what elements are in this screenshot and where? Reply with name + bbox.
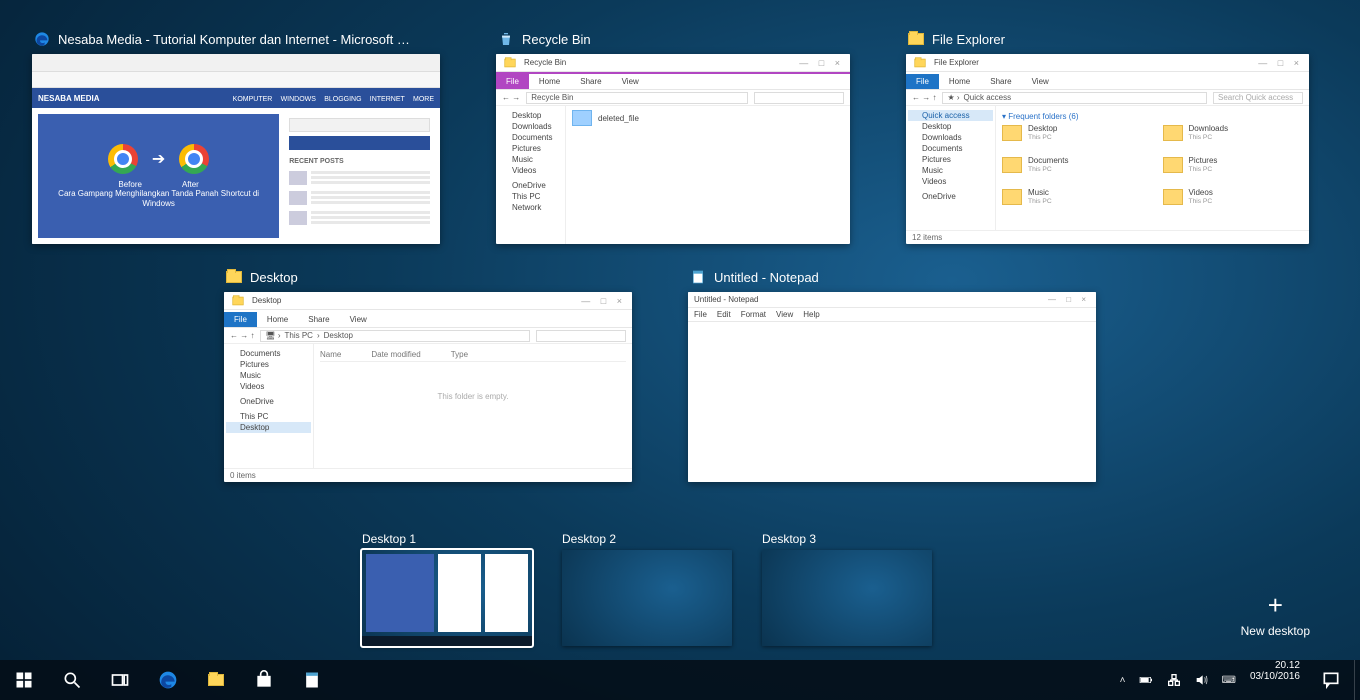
window-thumb-notepad[interactable]: Untitled - Notepad Untitled - Notepad— □… [688, 268, 1096, 482]
taskbar-app-edge[interactable] [144, 660, 192, 700]
virtual-desktop-strip: Desktop 1 Desktop 2 Desktop 3 + New desk… [0, 532, 1360, 660]
window-thumb-explorer[interactable]: File Explorer File Explorer— □ × FileHom… [906, 30, 1309, 244]
window-thumb-recyclebin[interactable]: Recycle Bin Recycle Bin— □ × FileHomeSha… [496, 30, 850, 244]
clock-date: 03/10/2016 [1250, 671, 1300, 682]
taskview-area: Nesaba Media - Tutorial Komputer dan Int… [0, 0, 1360, 492]
window-title: Desktop [250, 270, 298, 285]
window-preview: Recycle Bin— □ × FileHomeShareView ← →Re… [496, 54, 850, 244]
edge-icon [34, 31, 50, 47]
window-preview: Untitled - Notepad— □ × File Edit Format… [688, 292, 1096, 482]
search-button[interactable] [48, 660, 96, 700]
taskview-button[interactable] [96, 660, 144, 700]
taskbar-app-store[interactable] [240, 660, 288, 700]
notepad-icon [690, 269, 706, 285]
window-preview: File Explorer— □ × FileHomeShareView ← →… [906, 54, 1309, 244]
window-preview: NESABA MEDIA KOMPUTER WINDOWS BLOGGING I… [32, 54, 440, 244]
folder-icon [226, 269, 242, 285]
language-indicator[interactable]: ⌨ [1222, 675, 1236, 686]
virtual-desktop-preview [362, 550, 532, 646]
taskbar-app-explorer[interactable] [192, 660, 240, 700]
virtual-desktop-2[interactable]: Desktop 2 [562, 532, 732, 646]
folder-icon [908, 31, 924, 47]
window-title: File Explorer [932, 32, 1005, 47]
network-icon[interactable] [1166, 672, 1182, 688]
tray-chevron-icon[interactable]: ˄ [1120, 675, 1126, 686]
virtual-desktop-label: Desktop 2 [562, 532, 732, 546]
site-brand: NESABA MEDIA [38, 94, 99, 103]
virtual-desktop-preview [562, 550, 732, 646]
new-desktop-button[interactable]: + New desktop [1223, 582, 1328, 646]
virtual-desktop-label: Desktop 1 [362, 532, 532, 546]
taskbar-clock[interactable]: 20.12 03/10/2016 [1242, 660, 1308, 700]
taskbar: ˄ ⌨ 20.12 03/10/2016 [0, 660, 1360, 700]
system-tray[interactable]: ˄ ⌨ [1114, 660, 1242, 700]
clock-time: 20.12 [1275, 660, 1300, 671]
window-title: Nesaba Media - Tutorial Komputer dan Int… [58, 32, 418, 47]
window-title: Recycle Bin [522, 32, 591, 47]
battery-icon[interactable] [1138, 672, 1154, 688]
virtual-desktop-preview [762, 550, 932, 646]
window-thumb-desktop-folder[interactable]: Desktop Desktop— □ × FileHomeShareView ←… [224, 268, 632, 482]
start-button[interactable] [0, 660, 48, 700]
taskbar-app-notepad[interactable] [288, 660, 336, 700]
plus-icon: + [1268, 592, 1283, 618]
window-thumb-edge[interactable]: Nesaba Media - Tutorial Komputer dan Int… [32, 30, 440, 244]
virtual-desktop-1[interactable]: Desktop 1 [362, 532, 532, 646]
recycle-bin-icon [498, 31, 514, 47]
virtual-desktop-label: Desktop 3 [762, 532, 932, 546]
window-preview: Desktop— □ × FileHomeShareView ← → ↑🖥 › … [224, 292, 632, 482]
new-desktop-label: New desktop [1241, 624, 1310, 638]
volume-icon[interactable] [1194, 672, 1210, 688]
virtual-desktop-3[interactable]: Desktop 3 [762, 532, 932, 646]
window-title: Untitled - Notepad [714, 270, 819, 285]
action-center-button[interactable] [1308, 660, 1354, 700]
show-desktop-button[interactable] [1354, 660, 1360, 700]
